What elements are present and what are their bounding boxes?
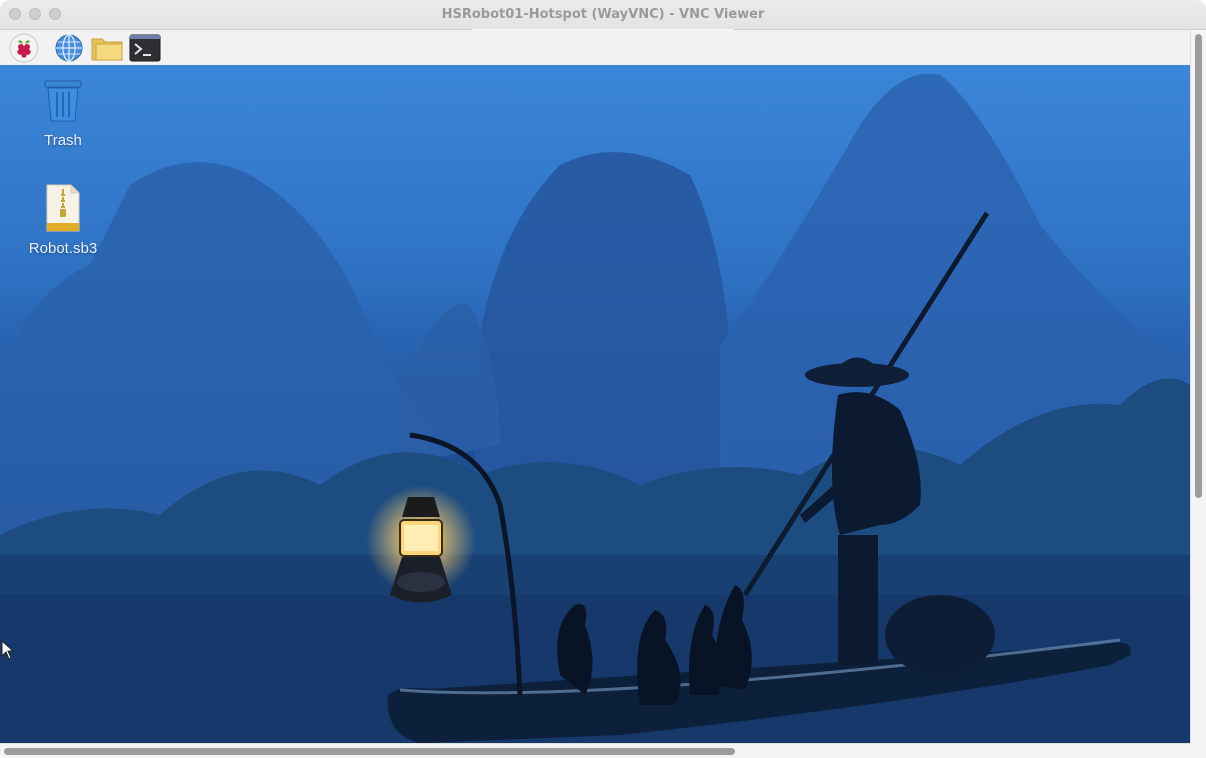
folder-icon — [91, 38, 123, 61]
file-manager-button[interactable] — [90, 32, 124, 64]
mouse-pointer-icon — [1, 639, 15, 665]
terminal-button[interactable] — [128, 32, 162, 64]
web-browser-button[interactable] — [52, 32, 86, 64]
vertical-scrollbar[interactable] — [1190, 30, 1206, 743]
terminal-icon — [129, 34, 161, 62]
title-bar[interactable]: HSRobot01-Hotspot (WayVNC) - VNC Viewer — [0, 0, 1206, 30]
taskbar-panel — [0, 30, 1190, 66]
raspberry-menu-button[interactable] — [7, 32, 41, 64]
desktop-icon-label: Trash — [44, 132, 82, 149]
desktop-icon-label: Robot.sb3 — [28, 240, 98, 257]
globe-icon — [55, 34, 83, 62]
horizontal-scrollbar[interactable] — [0, 743, 1190, 758]
vertical-scroll-thumb[interactable] — [1195, 34, 1202, 498]
window-title: HSRobot01-Hotspot (WayVNC) - VNC Viewer — [441, 7, 765, 22]
desktop-icon-robot-sb3[interactable]: Robot.sb3 — [8, 183, 118, 257]
trash-icon — [44, 80, 82, 122]
scrollbar-corner — [1190, 743, 1206, 758]
desktop-icon-trash[interactable]: Trash — [8, 77, 118, 149]
zip-file-icon — [46, 184, 80, 232]
vnc-viewer-window: HSRobot01-Hotspot (WayVNC) - VNC Viewer — [0, 0, 1206, 758]
remote-desktop[interactable]: Trash Robot.sb3 — [0, 65, 1190, 743]
raspberry-icon — [9, 33, 39, 63]
horizontal-scroll-thumb[interactable] — [4, 748, 735, 755]
wallpaper-image — [0, 73, 1190, 743]
